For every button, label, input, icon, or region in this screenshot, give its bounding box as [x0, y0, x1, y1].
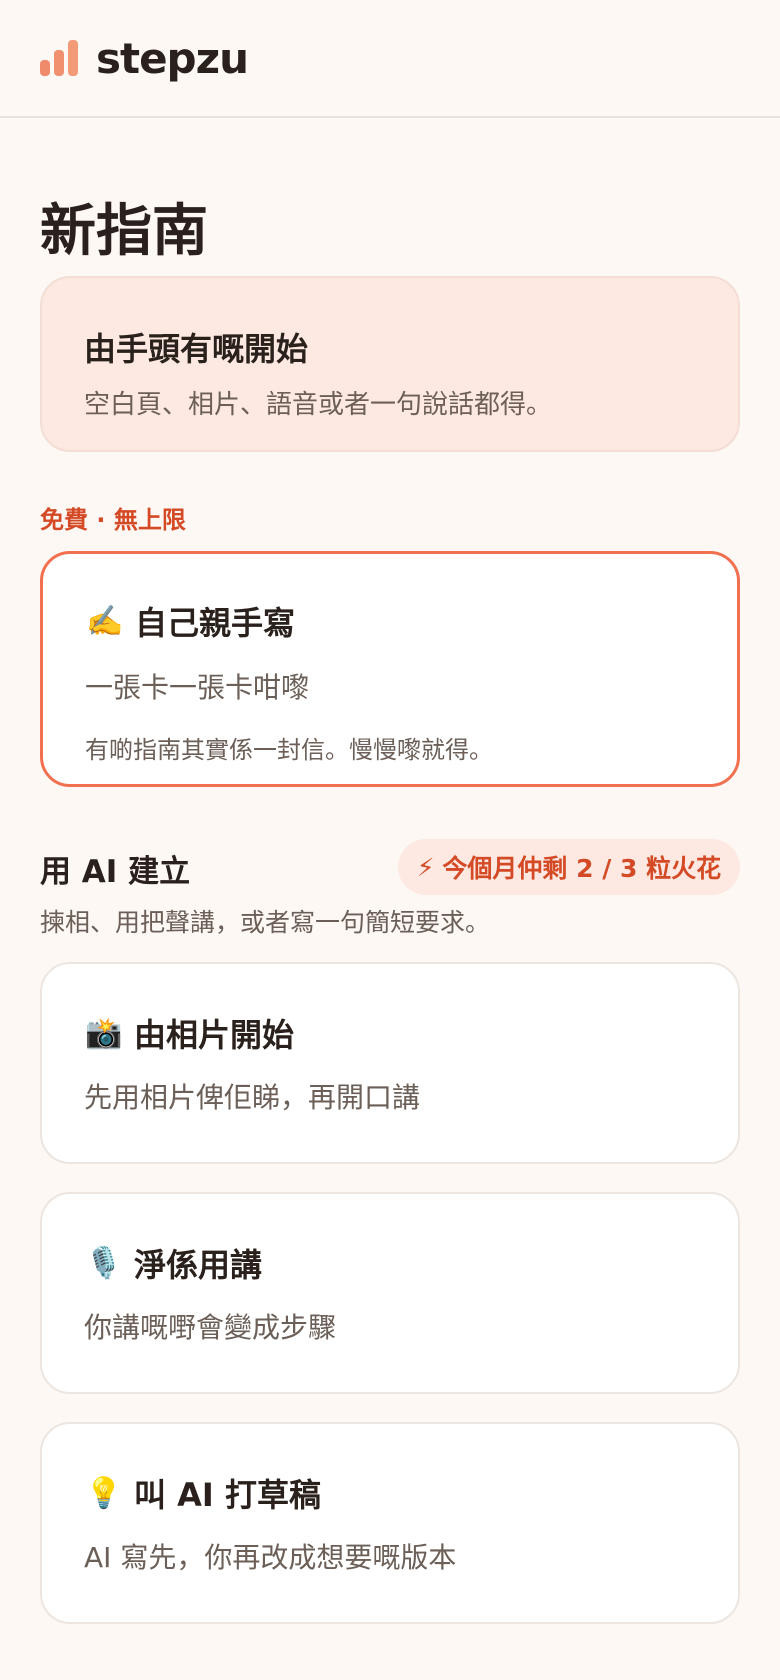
- manual-card-subtitle: 一張卡一張卡咁嚟: [85, 671, 310, 704]
- draft-card-title: 叫 AI 打草稿: [134, 1476, 321, 1514]
- ai-section-subtitle: 揀相、用把聲講，或者寫一句簡短要求。: [40, 908, 491, 937]
- logo-icon: [40, 40, 78, 76]
- photo-card-title: 由相片開始: [134, 1016, 295, 1054]
- page-title: 新指南: [40, 199, 208, 264]
- spark-quota-label: 今個月仲剩 2 / 3 粒火花: [442, 854, 722, 883]
- draft-card-subtitle: AI 寫先，你再改成想要嘅版本: [84, 1541, 457, 1574]
- manual-card-title: 自己親手寫: [135, 604, 296, 642]
- free-section-label: 免費 · 無上限: [40, 506, 186, 534]
- spark-quota-badge: ⚡ 今個月仲剩 2 / 3 粒火花: [398, 839, 740, 895]
- start-from-photo-card[interactable]: 📸 由相片開始 先用相片俾佢睇，再開口講: [40, 962, 740, 1164]
- voice-only-card[interactable]: 🎙️ 淨係用講 你講嘅嘢會變成步驟: [40, 1192, 740, 1394]
- lightning-icon: ⚡: [416, 852, 435, 882]
- write-manually-card[interactable]: ✍️ 自己親手寫 一張卡一張卡咁嚟 有啲指南其實係一封信。慢慢嚟就得。: [40, 551, 740, 787]
- camera-flash-icon: 📸: [85, 1015, 123, 1051]
- start-card-subtitle: 空白頁、相片、語音或者一句說話都得。: [84, 390, 553, 420]
- photo-card-heading: 📸 由相片開始: [84, 1010, 738, 1056]
- app-header: stepzu: [0, 0, 780, 118]
- writing-hand-icon: ✍️: [86, 603, 124, 639]
- ai-section-title: 用 AI 建立: [40, 854, 191, 890]
- voice-card-title: 淨係用講: [134, 1246, 263, 1284]
- ai-draft-card[interactable]: 💡 叫 AI 打草稿 AI 寫先，你再改成想要嘅版本: [40, 1422, 740, 1624]
- start-card-title: 由手頭有嘅開始: [84, 330, 309, 368]
- voice-card-subtitle: 你講嘅嘢會變成步驟: [84, 1311, 337, 1344]
- manual-card-heading: ✍️ 自己親手寫: [85, 598, 737, 644]
- lightbulb-icon: 💡: [85, 1475, 123, 1511]
- voice-card-heading: 🎙️ 淨係用講: [84, 1240, 738, 1286]
- manual-card-description: 有啲指南其實係一封信。慢慢嚟就得。: [85, 736, 493, 764]
- start-from-anything-card[interactable]: 由手頭有嘅開始 空白頁、相片、語音或者一句說話都得。: [40, 276, 740, 452]
- brand-name: stepzu: [96, 33, 249, 83]
- microphone-icon: 🎙️: [85, 1245, 123, 1281]
- photo-card-subtitle: 先用相片俾佢睇，再開口講: [84, 1081, 421, 1114]
- draft-card-heading: 💡 叫 AI 打草稿: [84, 1470, 738, 1516]
